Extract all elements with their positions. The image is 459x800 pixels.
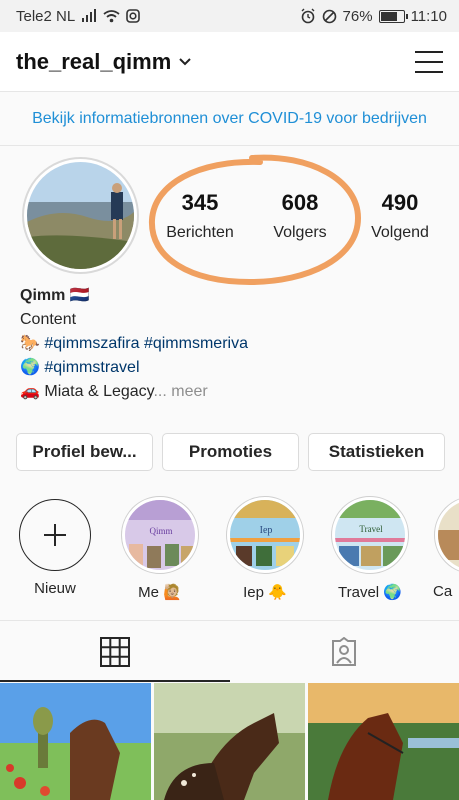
highlight-cover-text: Iep (260, 525, 273, 536)
category-label: Content (20, 311, 77, 328)
highlight-label: Me 🙋🏼 (138, 584, 182, 601)
story-highlights: Nieuw Qimm Me 🙋🏼 Iep Iep 🐥 Travel Travel… (0, 496, 459, 606)
car-emoji: 🚗 (20, 383, 40, 400)
hashtag-travel[interactable]: #qimmstravel (44, 359, 139, 376)
following-count[interactable]: 490 Volgend (350, 190, 450, 242)
followers-label: Volgers (273, 224, 327, 241)
profile-actions: Profiel bew... Promoties Statistieken (16, 433, 446, 471)
battery-icon (378, 9, 408, 23)
status-bar: Tele2 NL 76% 11:10 (0, 0, 459, 32)
highlight-cover-text: Travel (359, 524, 383, 534)
highlight-label: Nieuw (34, 580, 76, 597)
promotions-button[interactable]: Promoties (162, 433, 299, 471)
globe-emoji: 🌍 (20, 359, 40, 376)
posts-grid (0, 683, 459, 800)
followers-value: 608 (281, 190, 319, 215)
profile-stats: 345 Berichten 608 Volgers 490 Volgend (150, 190, 450, 242)
instagram-notification-icon (126, 9, 141, 23)
carrier-name: Tele2 NL (16, 7, 76, 25)
clock: 11:10 (410, 7, 447, 25)
highlight-label: Iep 🐥 (243, 584, 287, 601)
horse-emoji: 🐎 (20, 335, 40, 352)
more-link[interactable]: ... meer (153, 383, 207, 400)
followers-count[interactable]: 608 Volgers (250, 190, 350, 242)
posts-value: 345 (181, 190, 219, 215)
highlight-cover: Travel (335, 500, 405, 570)
highlight-cover (438, 500, 459, 570)
covid-info-banner: Bekijk informatiebronnen over COVID-19 v… (0, 92, 459, 146)
post-thumbnail[interactable] (308, 683, 459, 800)
plus-icon (44, 524, 66, 546)
following-label: Volgend (371, 224, 429, 241)
highlight-me[interactable]: Qimm Me 🙋🏼 (120, 496, 200, 601)
following-value: 490 (381, 190, 419, 215)
post-thumbnail[interactable] (0, 683, 151, 800)
covid-info-link[interactable]: Bekijk informatiebronnen over COVID-19 v… (32, 110, 427, 128)
highlight-label: Ca (433, 583, 453, 600)
tab-tagged[interactable] (230, 621, 459, 682)
flag-emoji: 🇳🇱 (69, 287, 90, 304)
add-highlight-button[interactable] (19, 499, 91, 571)
profile-header: the_real_qimm (0, 32, 459, 92)
highlight-travel[interactable]: Travel Travel 🌍 (330, 496, 410, 601)
avatar-photo (27, 162, 134, 269)
profile-avatar[interactable] (22, 157, 139, 274)
highlight-new[interactable]: Nieuw (15, 496, 95, 597)
highlight-cover: Qimm (125, 500, 195, 570)
hamburger-menu-icon[interactable] (415, 50, 443, 73)
insights-button[interactable]: Statistieken (308, 433, 445, 471)
username: the_real_qimm (16, 48, 172, 74)
chevron-down-icon (179, 57, 192, 65)
highlight-cover-text: Qimm (149, 526, 172, 536)
mute-icon (322, 9, 336, 23)
wifi-icon (103, 10, 120, 23)
grid-icon (99, 636, 130, 667)
battery-percent: 76% (342, 7, 373, 25)
highlight-iep[interactable]: Iep Iep 🐥 (225, 496, 305, 601)
posts-count[interactable]: 345 Berichten (150, 190, 250, 242)
edit-profile-button[interactable]: Profiel bew... (16, 433, 153, 471)
highlight-partial[interactable]: Ca (433, 496, 459, 600)
account-switcher[interactable]: the_real_qimm (16, 48, 192, 75)
tab-posts-grid[interactable] (0, 621, 230, 682)
bio-cars: Miata & Legacy (44, 383, 154, 400)
post-thumbnail[interactable] (154, 683, 305, 800)
posts-label: Berichten (166, 224, 234, 241)
hashtags-horses[interactable]: #qimmszafira #qimmsmeriva (44, 335, 248, 352)
signal-icon (82, 9, 97, 22)
highlight-cover: Iep (230, 500, 300, 570)
alarm-icon (301, 8, 315, 24)
tagged-user-icon (332, 636, 357, 666)
display-name: Qimm (20, 287, 66, 304)
highlight-label: Travel 🌍 (338, 584, 402, 601)
profile-tabs (0, 620, 459, 682)
profile-bio: Qimm 🇳🇱 Content 🐎 #qimmszafira #qimmsmer… (20, 284, 440, 404)
